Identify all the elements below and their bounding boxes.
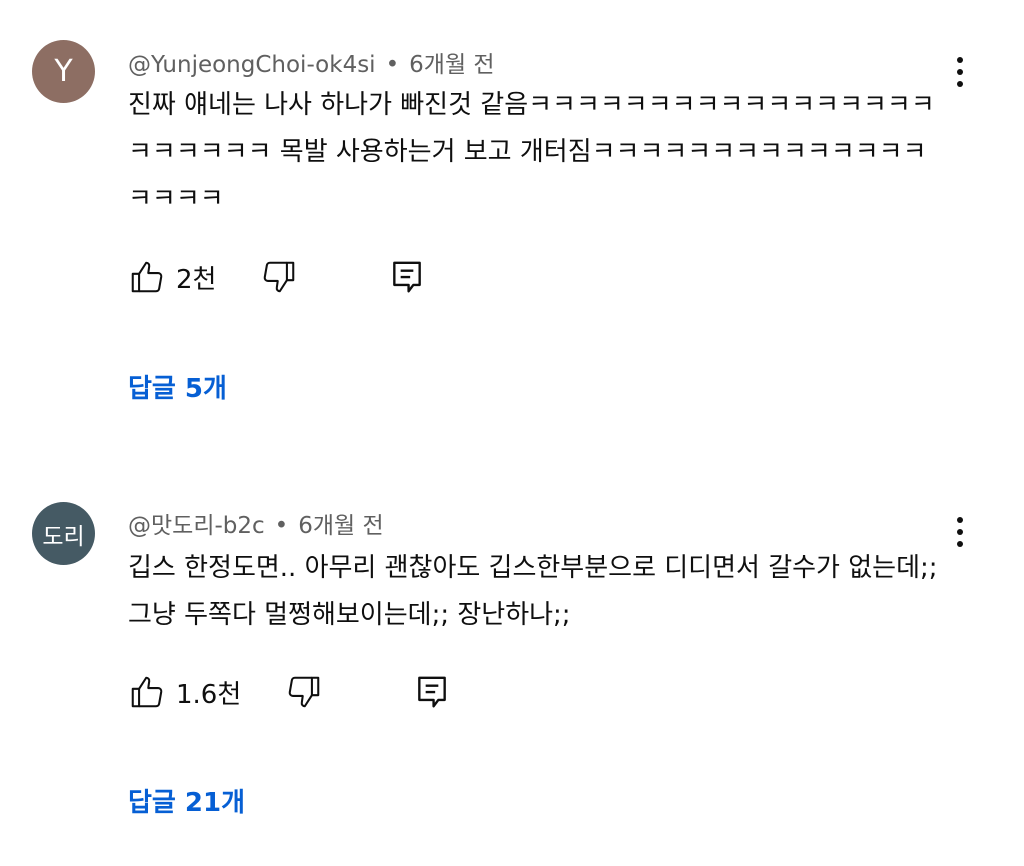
thumbs-up-icon (131, 676, 163, 708)
comment-meta: @맛도리-b2c • 6개월 전 (128, 506, 384, 540)
more-options-button[interactable] (945, 52, 975, 92)
author-handle[interactable]: @맛도리-b2c (128, 513, 265, 539)
comment-text: 깁스 한정도면.. 아무리 괜찮아도 깁스한부분으로 디디면서 갈수가 없는데;… (128, 553, 938, 630)
reply-comment-icon (418, 676, 447, 708)
like-count: 1.6천 (176, 679, 242, 710)
avatar[interactable]: 도리 (32, 502, 95, 565)
reply-button[interactable] (413, 673, 451, 711)
comment-thread-1: Y @YunjeongChoi-ok4si • 6개월 전 진짜 얘네는 나사 하나… (0, 0, 1024, 440)
meta-separator: • (274, 513, 289, 539)
avatar[interactable]: Y (32, 40, 95, 103)
comment-time[interactable]: 6개월 전 (409, 52, 494, 78)
comment-actions: 1.6천 (128, 670, 451, 714)
dislike-button[interactable] (260, 258, 298, 296)
dislike-button[interactable] (285, 673, 323, 711)
reply-comment-icon (393, 261, 422, 293)
view-replies-button[interactable]: 답글 21개 (128, 782, 245, 819)
comment-time[interactable]: 6개월 전 (298, 513, 383, 539)
comment-thread-2: 도리 @맛도리-b2c • 6개월 전 깁스 한정도면.. 아무리 괜찮아도 깁스한… (0, 470, 1024, 866)
like-button[interactable]: 2천 (128, 258, 216, 296)
thumbs-up-icon (131, 261, 163, 293)
view-replies-button[interactable]: 답글 5개 (128, 368, 227, 405)
meta-separator: • (385, 52, 400, 78)
comment-meta: @YunjeongChoi-ok4si • 6개월 전 (128, 45, 495, 79)
reply-button[interactable] (388, 258, 426, 296)
like-button[interactable]: 1.6천 (128, 673, 241, 711)
more-options-button[interactable] (945, 512, 975, 552)
comment-actions: 2천 (128, 255, 426, 299)
more-vert-icon (957, 517, 963, 523)
thumbs-down-icon (289, 676, 320, 708)
like-count: 2천 (176, 264, 217, 295)
thumbs-down-icon (264, 261, 295, 293)
comment-text: 진짜 얘네는 나사 하나가 빠진것 같음ㅋㅋㅋㅋㅋㅋㅋㅋㅋㅋㅋㅋㅋㅋㅋㅋㅋㅋㅋㅋ… (128, 90, 935, 214)
author-handle[interactable]: @YunjeongChoi-ok4si (128, 52, 376, 78)
more-vert-icon (957, 57, 963, 63)
